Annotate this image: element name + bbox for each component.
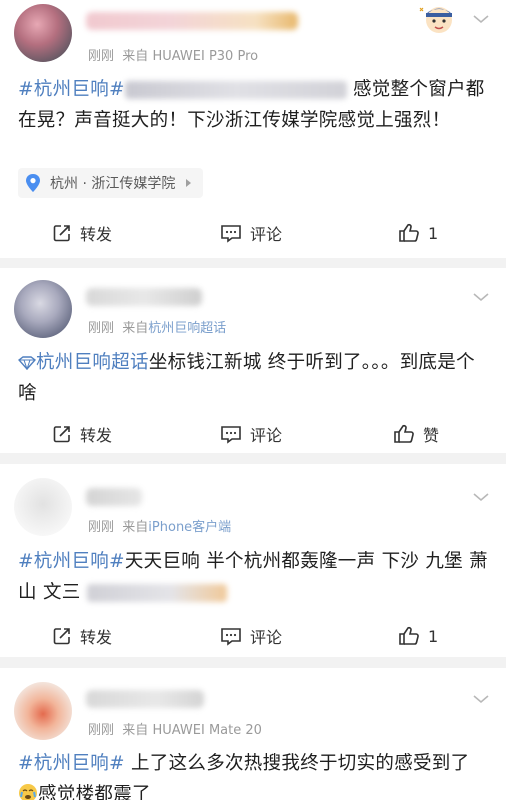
post-source[interactable]: iPhone客户端 (148, 520, 231, 535)
hashtag-plain: 天天巨响 (124, 551, 201, 572)
comment-icon (221, 225, 241, 243)
post-meta: 刚刚 来自iPhone客户端 (88, 516, 231, 535)
post-source[interactable]: HUAWEI P30 Pro (152, 49, 258, 64)
comment-button[interactable]: 评论 (220, 213, 282, 253)
comment-icon (221, 426, 241, 444)
post-from-prefix: 来自 (122, 321, 149, 336)
post-time: 刚刚 (88, 520, 115, 535)
comment-button[interactable]: 评论 (220, 414, 282, 453)
comment-card-1: 刚刚 来自 HUAWEI P30 Pro #杭州巨响# 感觉整个窗户都在晃？声音… (0, 0, 506, 258)
chevron-down-icon[interactable] (472, 288, 490, 306)
post-from-prefix: 来自 (122, 723, 149, 738)
repost-button[interactable]: 转发 (52, 616, 112, 656)
like-button[interactable]: 赞 (393, 414, 439, 453)
arrow-right-icon (186, 179, 192, 187)
thumbs-up-icon (399, 223, 419, 242)
comment-text: #杭州巨响# 感觉整个窗户都在晃？声音挺大的！下沙浙江传媒学院感觉上强烈！ (18, 74, 488, 136)
action-bar: 转发 评论 1 (0, 616, 506, 656)
thumbs-up-icon (399, 626, 419, 645)
repost-icon (53, 225, 70, 242)
comment-card-2: 刚刚 来自杭州巨响超话 杭州巨响超话坐标钱江新城 终于听到了。。。到底是个啥 转… (0, 268, 506, 453)
post-time: 刚刚 (88, 321, 115, 336)
location-pin-icon (26, 174, 40, 192)
comment-body-line2: 感觉楼都震了 (38, 784, 151, 800)
thumbs-up-icon (394, 424, 414, 443)
comment-text: #杭州巨响# 上了这么多次热搜我终于切实的感受到了 感觉楼都震了 (18, 748, 488, 800)
avatar[interactable] (14, 280, 72, 338)
post-from-prefix: 来自 (122, 520, 149, 535)
crying-emoji-icon (19, 784, 37, 800)
sticker-avatar (414, 2, 464, 38)
super-topic-diamond-icon (17, 356, 37, 371)
post-time: 刚刚 (88, 49, 115, 64)
repost-button[interactable]: 转发 (52, 414, 112, 453)
username-blurred[interactable] (86, 488, 142, 506)
comment-label: 评论 (250, 628, 283, 647)
chevron-down-icon[interactable] (472, 690, 490, 708)
repost-icon (53, 426, 70, 443)
comment-label: 评论 (250, 426, 283, 445)
repost-label: 转发 (80, 426, 113, 445)
comment-label: 评论 (250, 225, 283, 244)
avatar[interactable] (14, 682, 72, 740)
comment-body: 上了这么多次热搜我终于切实的感受到了 (124, 753, 470, 774)
location-pill[interactable]: 杭州 · 浙江传媒学院 (18, 168, 204, 198)
post-meta: 刚刚 来自杭州巨响超话 (88, 317, 226, 336)
like-count: 1 (428, 223, 439, 243)
action-bar: 转发 评论 赞 (0, 414, 506, 453)
like-button[interactable]: 1 (398, 213, 438, 253)
comment-text: #杭州巨响#天天巨响 半个杭州都轰隆一声 下沙 九堡 萧山 文三 (18, 546, 488, 608)
location-label: 杭州 · 浙江传媒学院 (50, 176, 176, 192)
repost-button[interactable]: 转发 (52, 213, 112, 253)
repost-icon (53, 628, 70, 645)
repost-label: 转发 (80, 225, 113, 244)
post-meta: 刚刚 来自 HUAWEI Mate 20 (88, 719, 262, 738)
post-source[interactable]: HUAWEI Mate 20 (152, 723, 261, 738)
avatar[interactable] (14, 4, 72, 62)
hashtag-link[interactable]: #杭州巨响# (18, 753, 125, 774)
chevron-down-icon[interactable] (472, 488, 490, 506)
like-button[interactable]: 1 (398, 616, 438, 656)
action-bar: 转发 评论 1 (0, 213, 506, 253)
username-blurred[interactable] (86, 288, 202, 306)
post-source[interactable]: 杭州巨响超话 (148, 321, 226, 336)
comment-button[interactable]: 评论 (220, 616, 282, 656)
like-label: 赞 (423, 426, 440, 445)
repost-label: 转发 (80, 628, 113, 647)
hashtag-link[interactable]: #杭州巨响# (18, 551, 125, 572)
chevron-down-icon[interactable] (472, 10, 490, 28)
mention-blurred[interactable] (86, 584, 227, 602)
mention-blurred[interactable] (124, 81, 347, 99)
username-blurred[interactable] (86, 12, 298, 30)
comment-card-4: 刚刚 来自 HUAWEI Mate 20 #杭州巨响# 上了这么多次热搜我终于切… (0, 668, 506, 800)
comment-icon (221, 628, 241, 646)
comment-text: 杭州巨响超话坐标钱江新城 终于听到了。。。到底是个啥 (17, 347, 488, 409)
comment-card-3: 刚刚 来自iPhone客户端 #杭州巨响#天天巨响 半个杭州都轰隆一声 下沙 九… (0, 464, 506, 657)
post-meta: 刚刚 来自 HUAWEI P30 Pro (88, 45, 258, 64)
like-count: 1 (428, 626, 439, 646)
username-blurred[interactable] (86, 690, 204, 708)
super-topic-link[interactable]: 杭州巨响超话 (36, 352, 149, 373)
hashtag-link[interactable]: #杭州巨响# (18, 79, 125, 100)
avatar[interactable] (14, 478, 72, 536)
post-from-prefix: 来自 (122, 49, 149, 64)
post-time: 刚刚 (88, 723, 115, 738)
